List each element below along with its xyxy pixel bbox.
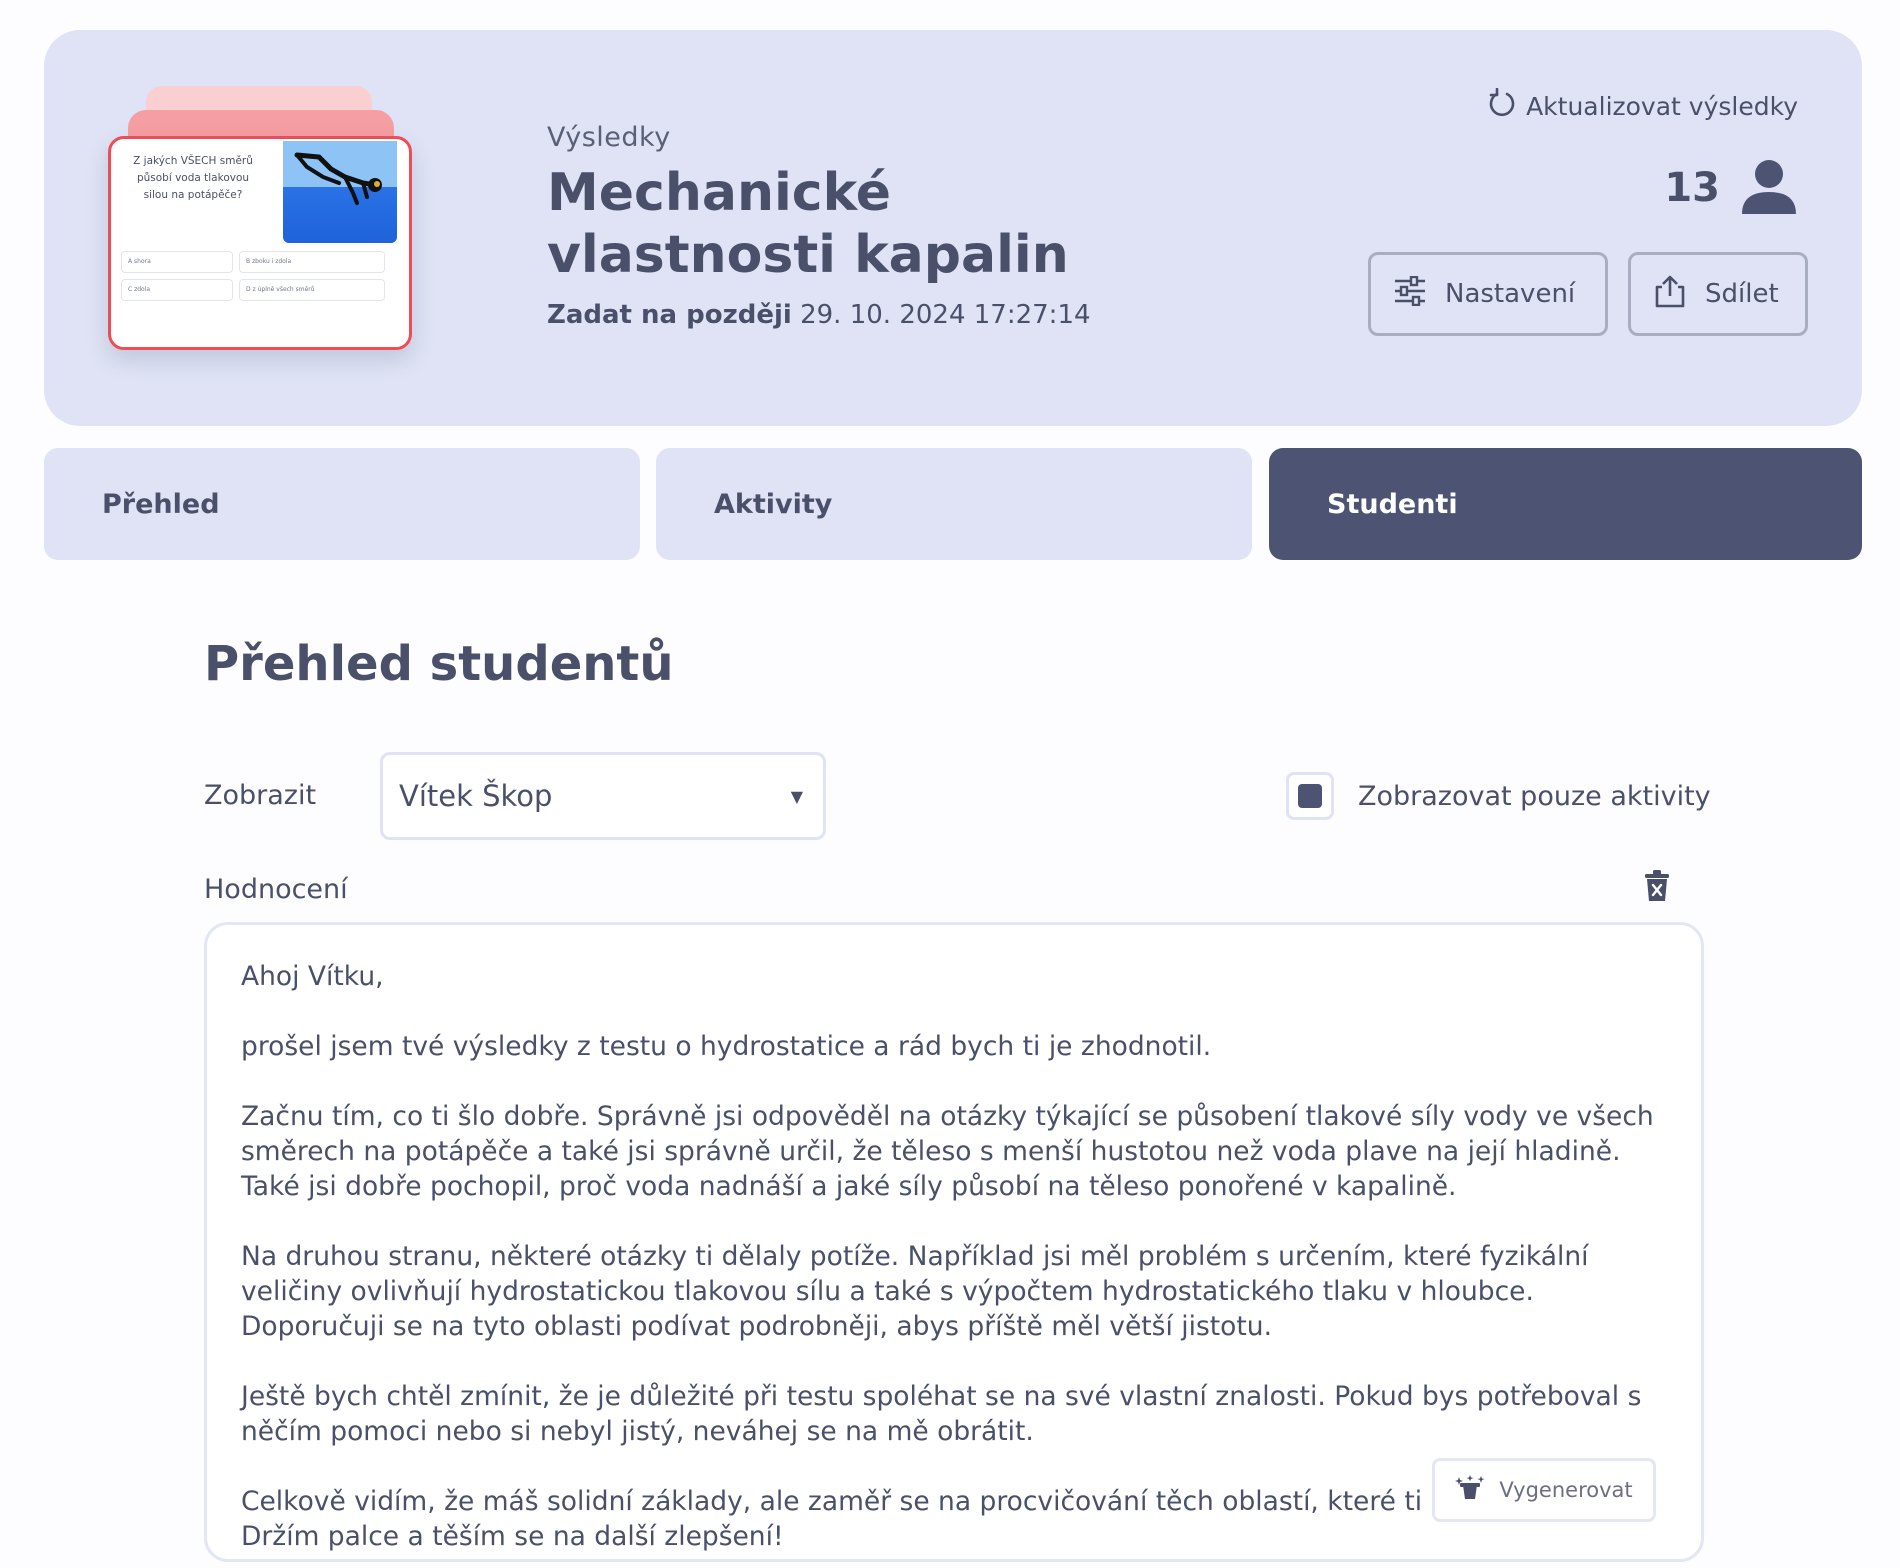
refresh-icon bbox=[1488, 87, 1516, 124]
share-label: Sdílet bbox=[1705, 279, 1779, 309]
tab-overview[interactable]: Přehled bbox=[44, 448, 640, 560]
tab-activities[interactable]: Aktivity bbox=[656, 448, 1252, 560]
student-select-value: Vítek Škop bbox=[399, 779, 553, 813]
section-title: Přehled studentů bbox=[204, 636, 674, 692]
share-icon bbox=[1653, 274, 1687, 315]
page-title: Mechanické vlastnosti kapalin bbox=[547, 163, 1069, 285]
student-count-number: 13 bbox=[1664, 165, 1720, 211]
feedback-paragraph: Začnu tím, co ti šlo dobře. Správně jsi … bbox=[241, 1101, 1654, 1202]
only-activities-checkbox[interactable] bbox=[1286, 772, 1334, 820]
magic-hat-icon bbox=[1455, 1474, 1485, 1506]
activity-thumbnail[interactable]: Z jakých VŠECH směrů působí voda tlakovo… bbox=[108, 86, 418, 358]
evaluation-label: Hodnocení bbox=[204, 874, 348, 905]
feedback-paragraph: Ahoj Vítku, bbox=[241, 961, 384, 992]
caret-down-icon: ▼ bbox=[790, 786, 803, 806]
share-button[interactable]: Sdílet bbox=[1628, 252, 1808, 336]
student-count: 13 bbox=[1664, 158, 1798, 218]
diver-image bbox=[283, 141, 397, 243]
settings-label: Nastavení bbox=[1445, 279, 1576, 309]
tab-students[interactable]: Studenti bbox=[1269, 448, 1862, 560]
user-icon bbox=[1740, 158, 1798, 218]
assign-later-line: Zadat na později 29. 10. 2024 17:27:14 bbox=[547, 300, 1091, 330]
show-label: Zobrazit bbox=[204, 780, 317, 811]
feedback-paragraph: Ještě bych chtěl zmínit, že je důležité … bbox=[241, 1381, 1642, 1447]
only-activities-toggle[interactable]: Zobrazovat pouze aktivity bbox=[1286, 772, 1711, 820]
thumbnail-card: Z jakých VŠECH směrů působí voda tlakovo… bbox=[108, 136, 412, 350]
settings-button[interactable]: Nastavení bbox=[1368, 252, 1608, 336]
only-activities-label: Zobrazovat pouze aktivity bbox=[1358, 780, 1711, 812]
feedback-paragraph: Na druhou stranu, některé otázky ti děla… bbox=[241, 1241, 1589, 1342]
thumbnail-question: Z jakých VŠECH směrů působí voda tlakovo… bbox=[133, 155, 253, 201]
thumbnail-option: D z úplně všech směrů bbox=[239, 279, 385, 301]
trash-icon[interactable] bbox=[1644, 870, 1670, 906]
results-eyebrow: Výsledky bbox=[547, 122, 671, 153]
thumbnail-option: B zboku i zdola bbox=[239, 251, 385, 273]
student-select[interactable]: Vítek Škop ▼ bbox=[380, 752, 826, 840]
feedback-paragraph: prošel jsem tvé výsledky z testu o hydro… bbox=[241, 1031, 1212, 1062]
thumbnail-option: C zdola bbox=[121, 279, 233, 301]
sliders-icon bbox=[1393, 275, 1427, 313]
generate-label: Vygenerovat bbox=[1499, 1478, 1633, 1502]
refresh-label: Aktualizovat výsledky bbox=[1526, 91, 1798, 121]
header-card: Z jakých VŠECH směrů působí voda tlakovo… bbox=[44, 30, 1862, 426]
thumbnail-option: A shora bbox=[121, 251, 233, 273]
refresh-results-button[interactable]: Aktualizovat výsledky bbox=[1488, 87, 1798, 124]
assign-later-date: 29. 10. 2024 17:27:14 bbox=[800, 300, 1091, 330]
generate-button[interactable]: Vygenerovat bbox=[1432, 1458, 1656, 1522]
assign-later-label: Zadat na později bbox=[547, 300, 792, 330]
